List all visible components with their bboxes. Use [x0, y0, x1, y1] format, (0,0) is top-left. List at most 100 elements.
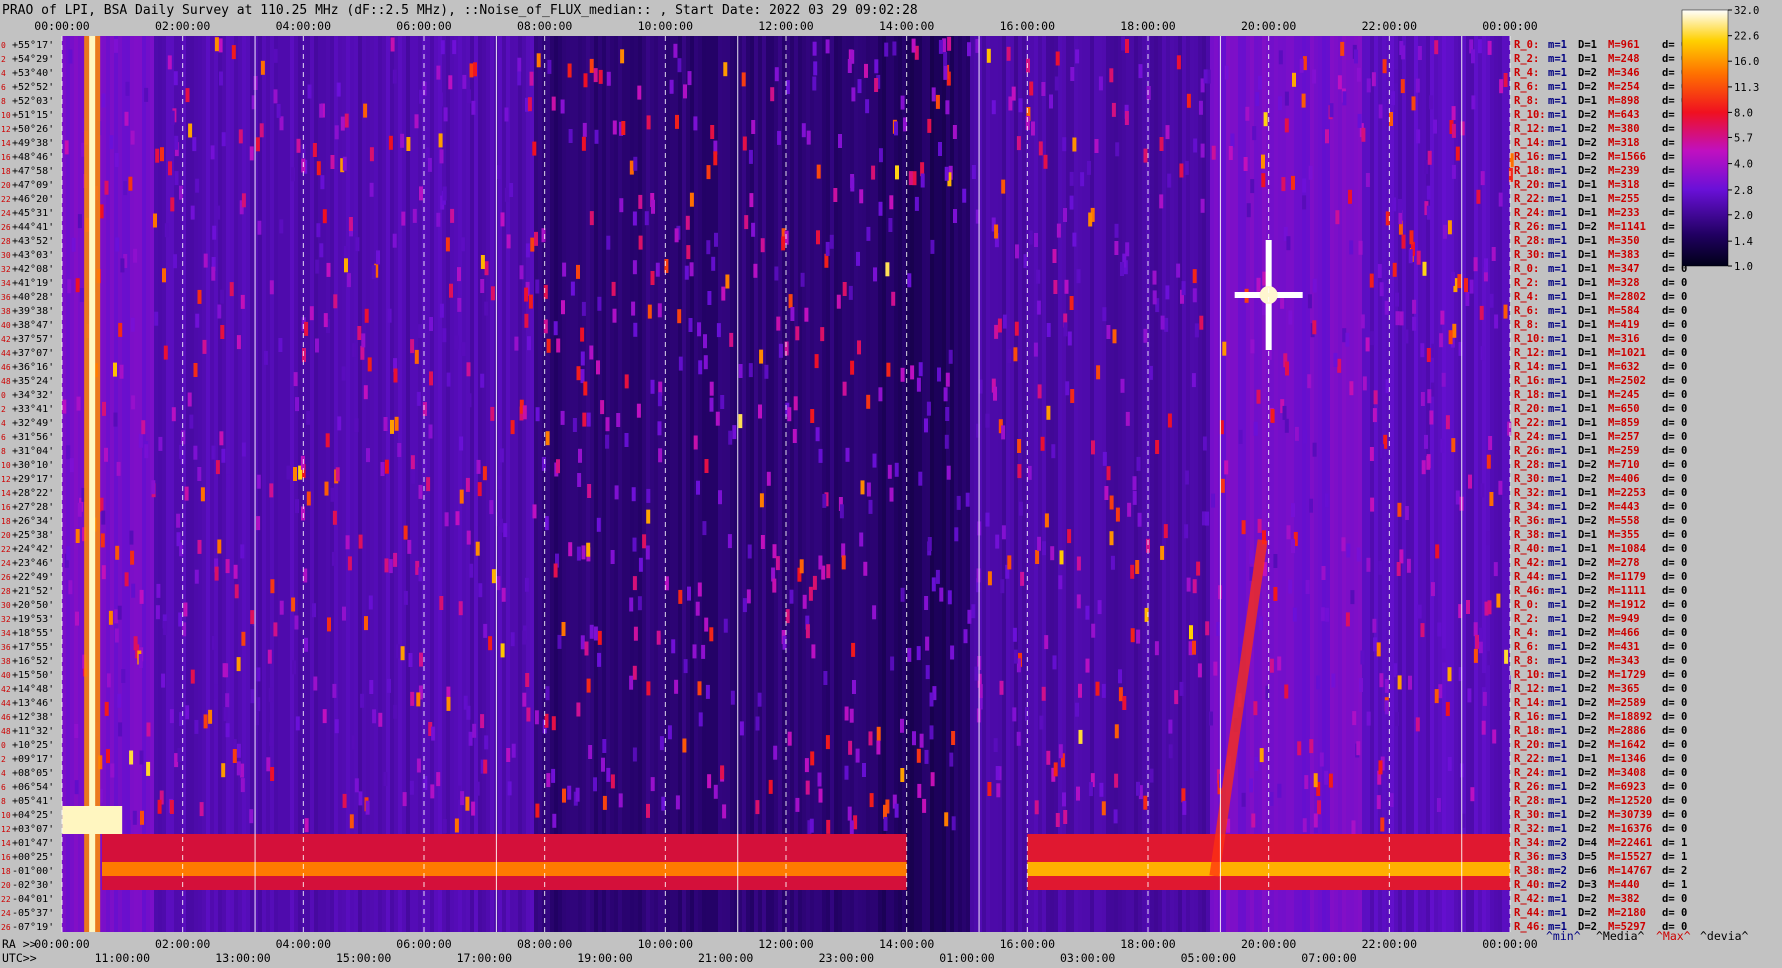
heatmap-cell	[594, 129, 599, 144]
heatmap-cell	[101, 93, 106, 108]
stat-min: m=1	[1548, 697, 1567, 709]
heatmap-column	[422, 36, 426, 932]
heatmap-cell	[429, 317, 433, 331]
heatmap-column	[1098, 36, 1102, 932]
heatmap-cell	[482, 466, 487, 481]
heatmap-cell	[621, 121, 626, 135]
heatmap-cell	[924, 596, 929, 610]
heatmap-cell	[1038, 141, 1043, 156]
stat-max: M=2802	[1608, 291, 1646, 303]
heatmap-cell	[1451, 438, 1456, 453]
heatmap-cell	[393, 704, 398, 719]
heatmap-cell	[677, 309, 682, 324]
heatmap-cell	[144, 444, 149, 459]
declination-label: +05°41'	[12, 796, 54, 807]
heatmap-cell	[1179, 681, 1184, 696]
stat-min: m=1	[1548, 487, 1567, 499]
heatmap-cell	[459, 436, 464, 451]
declination-label: -02°30'	[12, 880, 54, 891]
heatmap-cell	[935, 94, 940, 109]
row-index-label: 22	[1, 895, 11, 904]
heatmap-cell	[707, 291, 712, 305]
heatmap-column	[286, 36, 290, 932]
heatmap-cell	[524, 287, 529, 302]
row-index-label: 46	[1, 363, 11, 372]
stat-median: D=1	[1578, 361, 1597, 373]
heatmap-cell	[1094, 139, 1099, 153]
heatmap-cell	[789, 589, 794, 604]
heatmap-cell	[1148, 365, 1153, 380]
heatmap-cell	[380, 462, 385, 476]
heatmap-cell	[1348, 189, 1352, 204]
heatmap-cell	[295, 499, 299, 514]
colorbar	[1681, 9, 1729, 267]
heatmap-cell	[138, 433, 143, 448]
heatmap-column	[954, 36, 958, 932]
heatmap-column	[78, 36, 82, 932]
heatmap-column	[390, 36, 394, 932]
heatmap-cell	[589, 345, 594, 360]
heatmap-cell	[742, 136, 747, 151]
stat-median: D=2	[1578, 67, 1597, 79]
heatmap-cell	[480, 255, 485, 269]
heatmap-cell	[400, 133, 405, 148]
stat-min: m=1	[1548, 319, 1567, 331]
heatmap-cell	[106, 673, 111, 688]
heatmap-cell	[1211, 145, 1216, 160]
stat-row-label: R_34:	[1514, 501, 1546, 513]
heatmap-cell	[313, 676, 318, 691]
heatmap-cell	[1493, 562, 1498, 577]
heatmap-cell	[1067, 331, 1072, 346]
heatmap-cell	[1155, 440, 1160, 454]
heatmap-cell	[483, 623, 488, 638]
heatmap-cell	[268, 687, 273, 702]
heatmap-cell	[994, 324, 999, 339]
stat-max: M=2589	[1608, 697, 1646, 709]
heatmap-cell	[809, 818, 814, 833]
heatmap-cell	[1099, 782, 1104, 797]
heatmap-cell	[888, 218, 893, 232]
heatmap-cell	[1091, 623, 1096, 638]
heatmap-cell	[354, 418, 359, 433]
stat-max: M=632	[1608, 361, 1640, 373]
heatmap-cell	[222, 663, 227, 678]
declination-label: +15°50'	[12, 670, 54, 681]
heatmap-cell	[1051, 444, 1056, 459]
heatmap-cell	[1193, 138, 1198, 153]
heatmap-cell	[967, 42, 971, 57]
heatmap-column	[1030, 36, 1034, 932]
heatmap-cell	[588, 745, 593, 759]
heatmap-cell	[1426, 205, 1431, 220]
heatmap-cell	[1421, 460, 1426, 475]
heatmap-cell	[1394, 69, 1399, 84]
heatmap-cell	[601, 757, 605, 772]
heatmap-cell	[674, 228, 679, 243]
heatmap-cell	[632, 260, 637, 275]
heatmap-cell	[178, 612, 183, 627]
heatmap-cell	[568, 129, 573, 143]
heatmap-cell	[1426, 185, 1431, 200]
heatmap-cell	[916, 748, 921, 763]
heatmap-cell	[431, 726, 436, 741]
stat-deviation: d= 0	[1662, 529, 1687, 541]
heatmap-cell	[335, 467, 340, 482]
heatmap-cell	[1167, 413, 1172, 428]
heatmap-cell	[1491, 247, 1496, 261]
heatmap-cell	[503, 523, 508, 538]
stat-min: m=1	[1548, 361, 1567, 373]
heatmap-column	[138, 36, 142, 932]
row-index-label: 36	[1, 293, 11, 302]
stat-deviation: d= 0	[1662, 557, 1687, 569]
stat-deviation: d=	[1662, 165, 1675, 177]
heatmap-cell	[312, 603, 316, 618]
row-index-label: 0	[1, 41, 6, 50]
heatmap-cell	[878, 148, 883, 163]
heatmap-column	[62, 36, 66, 932]
declination-label: +22°49'	[12, 572, 54, 583]
heatmap-column	[1338, 36, 1342, 932]
heatmap-cell	[366, 448, 370, 463]
heatmap-cell	[924, 418, 928, 433]
heatmap-cell	[583, 381, 588, 396]
heatmap-cell	[163, 345, 168, 360]
heatmap-cell	[911, 38, 916, 53]
